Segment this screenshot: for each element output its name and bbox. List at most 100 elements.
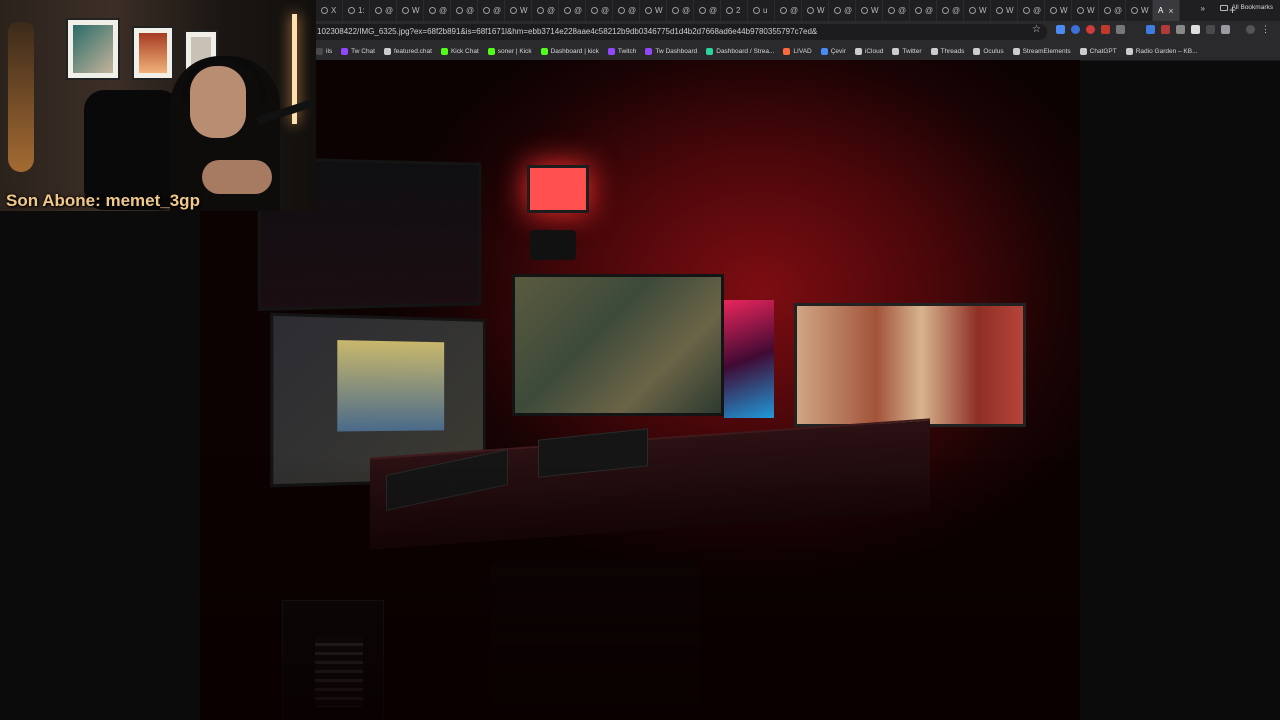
tab-label: W bbox=[1141, 6, 1149, 15]
browser-tab[interactable]: @ bbox=[586, 0, 613, 21]
close-tab-icon[interactable]: × bbox=[1168, 6, 1173, 16]
browser-tab[interactable]: W bbox=[1072, 0, 1099, 21]
extensions-area: ⋮ bbox=[1056, 25, 1270, 34]
tab-favicon-icon bbox=[456, 7, 463, 14]
tab-favicon-icon bbox=[483, 7, 490, 14]
browser-tab[interactable]: W bbox=[964, 0, 991, 21]
extension-icon[interactable] bbox=[1116, 25, 1125, 34]
desk-setup-photo bbox=[200, 60, 1080, 720]
bookmark-label: Dashboard / Strea... bbox=[716, 48, 775, 55]
extension-icon[interactable] bbox=[1131, 25, 1140, 34]
bookmark-item[interactable]: featured.chat bbox=[383, 48, 432, 55]
browser-tab[interactable]: W bbox=[991, 0, 1018, 21]
browser-tab[interactable]: W bbox=[505, 0, 532, 21]
tab-favicon-icon bbox=[726, 7, 733, 14]
bookmark-label: Oculus bbox=[983, 48, 1004, 55]
tab-label: W bbox=[520, 6, 528, 15]
browser-tab[interactable]: 1: bbox=[343, 0, 370, 21]
bookmark-item[interactable]: Dashboard / Strea... bbox=[706, 48, 774, 55]
bookmark-item[interactable]: StreamElements bbox=[1012, 48, 1071, 55]
browser-tab[interactable]: @ bbox=[559, 0, 586, 21]
all-bookmarks-button[interactable]: All Bookmarks bbox=[1220, 4, 1273, 11]
last-subscriber-label: Son Abone: memet_3gp bbox=[6, 191, 200, 210]
tab-favicon-icon bbox=[834, 7, 841, 14]
browser-tab[interactable]: @ bbox=[1018, 0, 1045, 21]
browser-tab[interactable]: X bbox=[316, 0, 343, 21]
browser-tab[interactable]: @ bbox=[370, 0, 397, 21]
bookmark-favicon-icon bbox=[645, 48, 653, 55]
browser-tab[interactable]: W bbox=[397, 0, 424, 21]
browser-tab[interactable]: @ bbox=[694, 0, 721, 21]
bookmark-star-icon[interactable]: ☆ bbox=[1032, 24, 1041, 35]
browser-tab[interactable]: @ bbox=[1099, 0, 1126, 21]
extension-icon[interactable] bbox=[1056, 25, 1065, 34]
bookmark-item[interactable]: ils bbox=[316, 48, 332, 55]
tab-label: @ bbox=[898, 6, 907, 15]
extension-icon[interactable] bbox=[1206, 25, 1215, 34]
bookmark-label: Kick Chat bbox=[450, 48, 479, 55]
bookmark-label: StreamElements bbox=[1022, 48, 1071, 55]
extension-icon[interactable] bbox=[1161, 25, 1170, 34]
browser-tab[interactable]: @ bbox=[667, 0, 694, 21]
browser-tab[interactable]: W bbox=[1126, 0, 1153, 21]
browser-tab[interactable]: @ bbox=[613, 0, 640, 21]
browser-tab[interactable]: @ bbox=[424, 0, 451, 21]
tab-label: 2 bbox=[736, 6, 741, 15]
tab-label: W bbox=[871, 6, 879, 15]
browser-tab-active[interactable]: A × bbox=[1153, 0, 1180, 21]
extension-icon[interactable] bbox=[1176, 25, 1185, 34]
browser-tab[interactable]: @ bbox=[478, 0, 505, 21]
browser-tab[interactable]: 2 bbox=[721, 0, 748, 21]
browser-tab[interactable]: @ bbox=[829, 0, 856, 21]
tab-label: @ bbox=[628, 6, 637, 15]
browser-tab[interactable]: @ bbox=[883, 0, 910, 21]
bookmark-item[interactable]: Çevir bbox=[820, 48, 846, 55]
bookmark-item[interactable]: Oculus bbox=[973, 48, 1004, 55]
browser-tab[interactable]: W bbox=[802, 0, 829, 21]
browser-tab[interactable]: @ bbox=[910, 0, 937, 21]
bookmark-item[interactable]: Kick Chat bbox=[440, 48, 479, 55]
chair bbox=[490, 560, 700, 710]
wall-frame bbox=[132, 26, 174, 80]
extension-icon[interactable] bbox=[1191, 25, 1200, 34]
bookmark-item[interactable]: Threads bbox=[930, 48, 964, 55]
browser-tab[interactable]: W bbox=[640, 0, 667, 21]
bookmark-favicon-icon bbox=[892, 48, 900, 55]
bookmark-item[interactable]: soner | Kick bbox=[487, 48, 532, 55]
tab-favicon-icon bbox=[375, 7, 382, 14]
browser-tab[interactable]: W bbox=[1045, 0, 1072, 21]
bookmark-item[interactable]: Twitch bbox=[607, 48, 636, 55]
browser-tab[interactable]: @ bbox=[937, 0, 964, 21]
menu-dots-icon[interactable]: ⋮ bbox=[1261, 25, 1270, 34]
tab-favicon-icon bbox=[645, 7, 652, 14]
bookmark-label: Tw Chat bbox=[351, 48, 375, 55]
bookmark-item[interactable]: Tw Dashboard bbox=[645, 48, 697, 55]
avatar[interactable] bbox=[1246, 25, 1255, 34]
bookmark-item[interactable]: LIVAD bbox=[783, 48, 812, 55]
bookmark-item[interactable]: Dashboard | kick bbox=[540, 48, 599, 55]
browser-tab[interactable]: @ bbox=[451, 0, 478, 21]
bookmark-item[interactable]: Radio Garden – KB... bbox=[1125, 48, 1198, 55]
puzzle-icon[interactable] bbox=[1221, 25, 1230, 34]
tab-favicon-icon bbox=[1050, 7, 1057, 14]
browser-tab[interactable]: @ bbox=[532, 0, 559, 21]
bookmark-item[interactable]: Tw Chat bbox=[341, 48, 375, 55]
bookmark-favicon-icon bbox=[341, 48, 349, 55]
browser-tab[interactable]: @ bbox=[775, 0, 802, 21]
bookmarks-bar: ils Tw Chat featured.chat Kick Chat soner | … bbox=[316, 43, 1280, 61]
bookmark-item[interactable]: ChatGPT bbox=[1079, 48, 1117, 55]
bookmark-item[interactable]: Twitter bbox=[892, 48, 922, 55]
browser-tab[interactable]: u bbox=[748, 0, 775, 21]
bookmarks-overflow-button[interactable]: » bbox=[1201, 4, 1205, 13]
extension-icon[interactable] bbox=[1071, 25, 1080, 34]
extension-icon[interactable] bbox=[1086, 25, 1095, 34]
extension-icon[interactable] bbox=[1101, 25, 1110, 34]
url-field[interactable]: 102308422/IMG_6325.jpg?ex=68f2b891&is=68… bbox=[316, 24, 1047, 40]
bookmark-favicon-icon bbox=[540, 48, 548, 55]
browser-tab[interactable]: W bbox=[856, 0, 883, 21]
bookmark-favicon-icon bbox=[706, 48, 714, 55]
tab-label: @ bbox=[601, 6, 610, 15]
extension-icon[interactable] bbox=[1146, 25, 1155, 34]
bookmark-item[interactable]: iCloud bbox=[854, 48, 883, 55]
bookmark-favicon-icon bbox=[1012, 48, 1020, 55]
